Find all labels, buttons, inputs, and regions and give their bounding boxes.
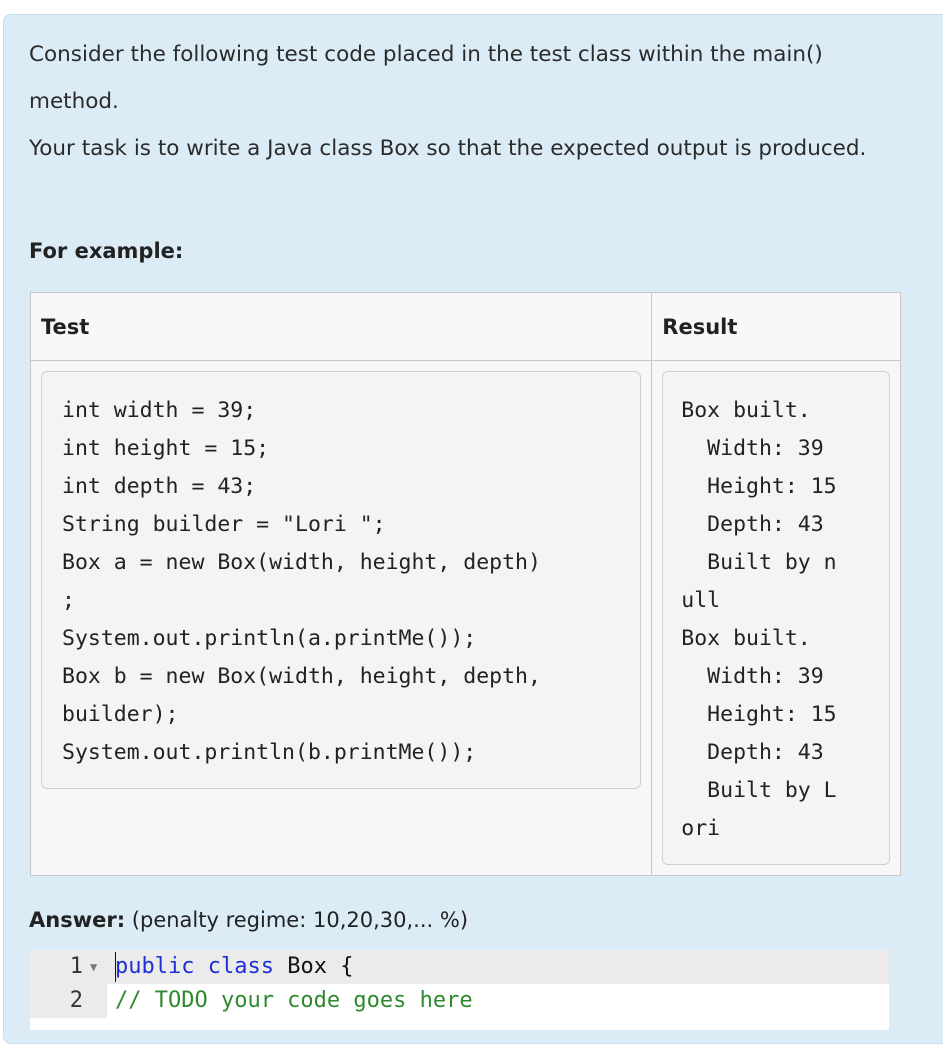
test-cell: int width = 39; int height = 15; int dep… bbox=[29, 360, 653, 876]
result-column-header: Result bbox=[651, 292, 901, 361]
editor-line-1-code[interactable]: public class Box { bbox=[115, 950, 353, 984]
answer-label: Answer: bbox=[29, 908, 126, 932]
editor-line-2[interactable]: 2 // TODO your code goes here bbox=[30, 984, 889, 1018]
test-code-block: int width = 39; int height = 15; int dep… bbox=[41, 371, 642, 789]
test-column-header: Test bbox=[29, 292, 653, 361]
line-number-2: 2 bbox=[69, 988, 83, 1013]
penalty-regime-text: (penalty regime: 10,20,30,... %) bbox=[131, 908, 469, 932]
text-cursor bbox=[115, 952, 116, 982]
fold-arrow-icon[interactable]: ▼ bbox=[90, 950, 97, 984]
result-output-block: Box built. Width: 39 Height: 15 Depth: 4… bbox=[662, 371, 890, 865]
todo-comment[interactable]: // TODO your code goes here bbox=[115, 984, 473, 1018]
question-text-paragraph-2: Your task is to write a Java class Box s… bbox=[29, 136, 867, 161]
for-example-label: For example: bbox=[29, 239, 184, 263]
class-declaration-rest: Box { bbox=[287, 954, 354, 979]
examples-table: Test Result int width = 39; int height =… bbox=[29, 292, 901, 876]
result-cell: Box built. Width: 39 Height: 15 Depth: 4… bbox=[651, 360, 901, 876]
question-text-paragraph-1: Consider the following test code placed … bbox=[29, 42, 823, 114]
keyword-class: class bbox=[207, 954, 274, 979]
editor-gutter-1: 1 ▼ bbox=[30, 950, 107, 984]
examples-table-row: int width = 39; int height = 15; int dep… bbox=[29, 360, 901, 876]
examples-table-header-row: Test Result bbox=[29, 292, 901, 361]
editor-gutter-2: 2 bbox=[30, 984, 107, 1018]
keyword-public: public bbox=[115, 954, 195, 979]
answer-heading: Answer: (penalty regime: 10,20,30,... %) bbox=[29, 908, 468, 932]
line-number-1: 1 bbox=[69, 954, 83, 979]
editor-line-1[interactable]: 1 ▼ public class Box { bbox=[30, 950, 889, 984]
code-editor[interactable]: 1 ▼ public class Box { 2 // TODO your co… bbox=[30, 950, 889, 1030]
